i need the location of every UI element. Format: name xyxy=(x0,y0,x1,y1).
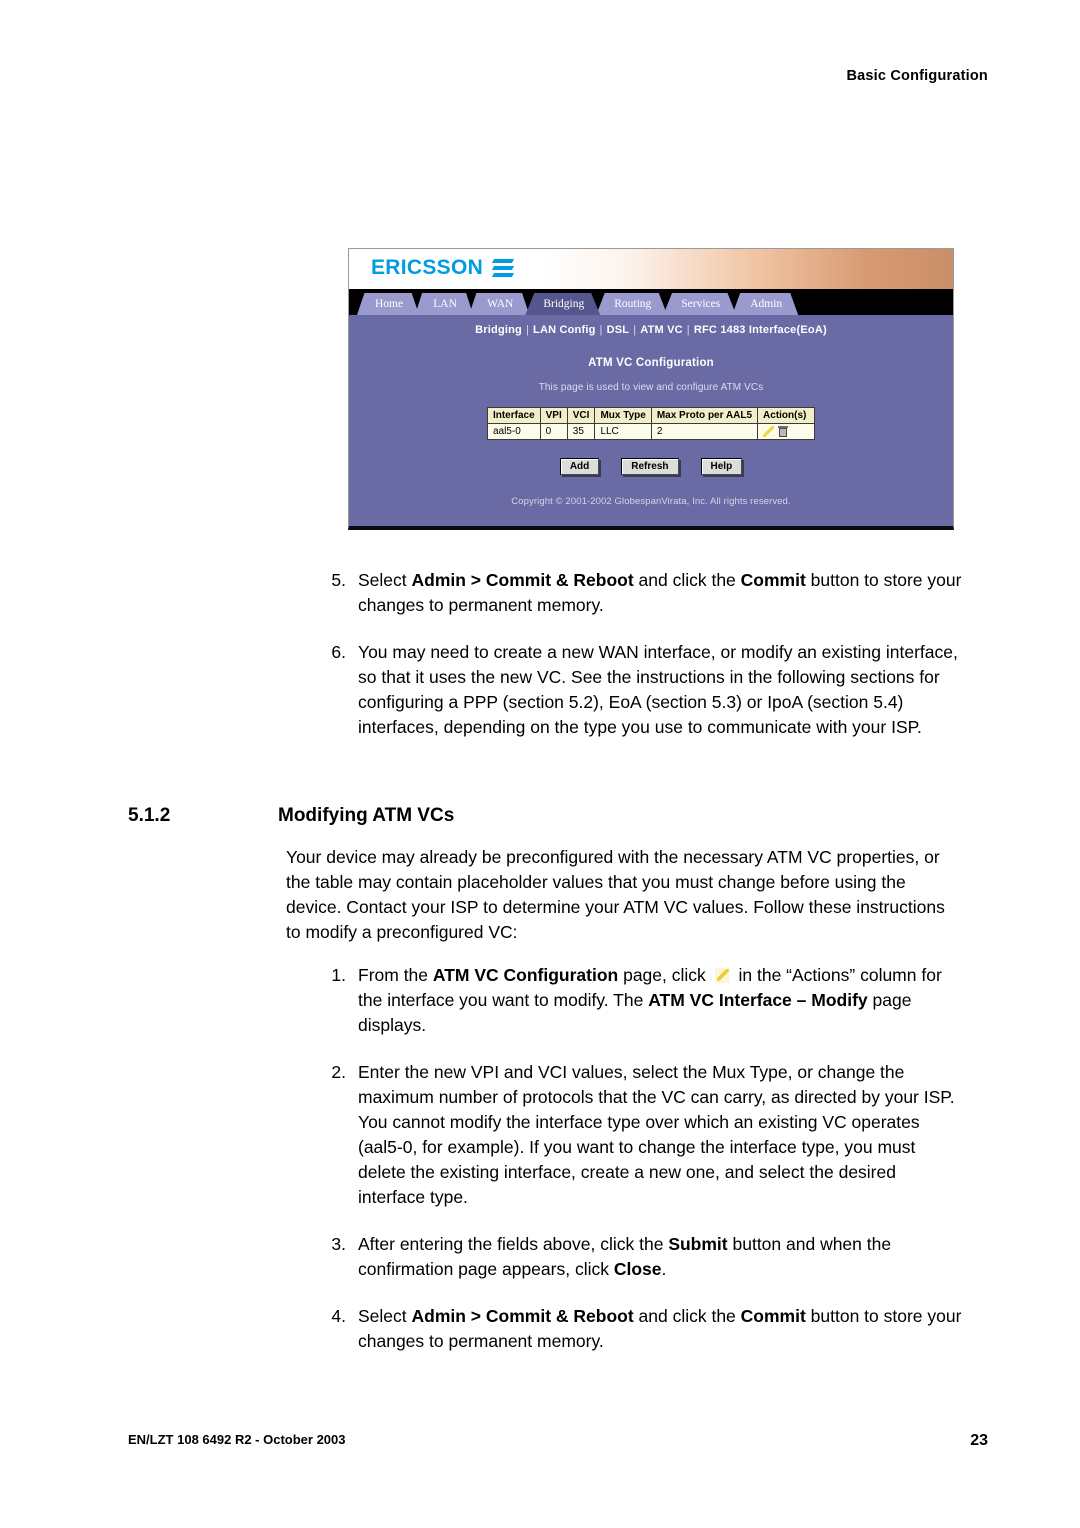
table-cell-vpi: 0 xyxy=(539,422,568,441)
step-text-emphasis: ATM VC Configuration xyxy=(432,965,619,985)
step-text-emphasis: Commit xyxy=(740,570,806,590)
brand-wordmark: ERICSSON xyxy=(371,256,484,279)
step-text-fragment: After entering the fields above, click t… xyxy=(358,1234,669,1254)
nav-tab-wan[interactable]: WAN xyxy=(469,293,530,315)
nav-tab-routing[interactable]: Routing xyxy=(596,293,668,315)
steps-bottom-container: 1. From the ATM VC Configuration page, cl… xyxy=(0,963,1080,1376)
numbered-step: 3. After entering the fields above, click… xyxy=(310,1232,1080,1282)
footer-document-id: EN/LZT 108 6492 R2 - October 2003 xyxy=(128,1432,346,1447)
subnav-link-bridging[interactable]: Bridging xyxy=(475,324,522,336)
nav-tab-bridging[interactable]: Bridging xyxy=(525,293,601,315)
step-text-emphasis: Commit xyxy=(740,1306,806,1326)
steps-bottom-list: 1. From the ATM VC Configuration page, cl… xyxy=(0,963,1080,1354)
table-header-cell: VCI xyxy=(566,407,596,424)
step-number: 4. xyxy=(331,1306,346,1326)
table-cell-max-proto: 2 xyxy=(650,422,759,441)
step-text-emphasis: Admin > Commit & Reboot xyxy=(411,1306,634,1326)
add-button[interactable]: Add xyxy=(559,458,600,476)
nav-tab-home[interactable]: Home xyxy=(357,293,420,315)
step-text: Select Admin > Commit & Reboot and click… xyxy=(358,568,964,618)
table-header-row: Interface VPI VCI Mux Type Max Proto per AAL… xyxy=(486,407,816,424)
table-header-cell: Max Proto per AAL5 xyxy=(650,407,759,424)
router-ui-screenshot: ERICSSON Home LAN WAN Bridging Routing Servic… xyxy=(348,248,954,531)
step-text-fragment: From the xyxy=(358,965,433,985)
sub-nav-links[interactable]: Bridging | LAN Config | DSL | ATM VC | RFC 1483 … xyxy=(349,315,953,345)
subnav-link-atm-vc[interactable]: ATM VC xyxy=(640,324,683,336)
refresh-button[interactable]: Refresh xyxy=(621,458,679,476)
step-text-emphasis: Submit xyxy=(668,1234,728,1254)
table-cell-vci: 35 xyxy=(566,422,596,441)
numbered-step: 4. Select Admin > Commit & Reboot and cli… xyxy=(310,1304,1080,1354)
table-cell-actions xyxy=(757,422,816,441)
numbered-step: 6. You may need to create a new WAN inter… xyxy=(310,640,1080,740)
table-header-cell: Mux Type xyxy=(594,407,652,424)
action-button-row[interactable]: Add Refresh Help xyxy=(349,440,953,476)
nav-tab-admin[interactable]: Admin xyxy=(732,293,799,315)
step-number: 1. xyxy=(331,965,346,985)
step-text-fragment: page, click xyxy=(618,965,711,985)
main-nav-tabs[interactable]: Home LAN WAN Bridging Routing Services Admin xyxy=(349,289,953,315)
step-text-fragment: You cannot modify the interface type ove… xyxy=(358,1112,920,1207)
pencil-icon[interactable] xyxy=(763,426,775,437)
table-header-cell: Action(s) xyxy=(757,407,816,424)
step-number: 6. xyxy=(331,642,346,662)
step-text-emphasis: Admin > Commit & Reboot xyxy=(411,570,634,590)
pencil-icon xyxy=(714,968,730,983)
subnav-separator: | xyxy=(525,324,530,336)
ericsson-stripes-icon xyxy=(492,257,515,279)
step-text: Enter the new VPI and VCI values, select… xyxy=(358,1060,964,1210)
section-title: Modifying ATM VCs xyxy=(278,805,455,826)
atm-vc-table: Interface VPI VCI Mux Type Max Proto per AAL… xyxy=(486,407,816,441)
step-text-fragment: Select xyxy=(358,570,412,590)
step-text-fragment: and click the xyxy=(633,1306,741,1326)
subnav-separator: | xyxy=(633,324,637,336)
step-text: From the ATM VC Configuration page, clic… xyxy=(358,963,964,1038)
step-text-emphasis: ATM VC Interface – Modify xyxy=(648,990,868,1010)
document-body: 5. Select Admin > Commit & Reboot and cli… xyxy=(0,568,1080,762)
subnav-separator: | xyxy=(599,324,603,336)
section-intro-paragraph: Your device may already be preconfigured… xyxy=(286,847,945,942)
running-header-text: Basic Configuration xyxy=(846,68,988,84)
table-row: aal5-0 0 35 LLC 2 xyxy=(486,422,816,441)
step-text-fragment: You may need to create a new WAN interfa… xyxy=(358,642,958,737)
help-button[interactable]: Help xyxy=(700,458,743,476)
brand-bar: ERICSSON xyxy=(349,249,953,289)
numbered-step: 2. Enter the new VPI and VCI values, sele… xyxy=(310,1060,1080,1210)
table-cell-interface: aal5-0 xyxy=(486,422,541,441)
step-text-fragment: and click the xyxy=(633,570,741,590)
step-text: Select Admin > Commit & Reboot and click… xyxy=(358,1304,964,1354)
step-number: 2. xyxy=(331,1062,346,1082)
numbered-step: 5. Select Admin > Commit & Reboot and cli… xyxy=(310,568,1080,618)
step-text-emphasis: Close xyxy=(613,1259,662,1279)
step-text-fragment: . xyxy=(661,1259,667,1279)
step-text-fragment: Enter the new VPI and VCI values, select… xyxy=(358,1062,955,1107)
numbered-step: 1. From the ATM VC Configuration page, cl… xyxy=(310,963,1080,1038)
steps-top-list: 5. Select Admin > Commit & Reboot and cli… xyxy=(0,568,1080,740)
nav-tab-services[interactable]: Services xyxy=(663,293,737,315)
step-text: After entering the fields above, click t… xyxy=(358,1232,964,1282)
table-cell-mux-type: LLC xyxy=(594,422,652,441)
ericsson-logo: ERICSSON xyxy=(371,256,515,280)
footer-page-number: 23 xyxy=(970,1432,988,1449)
table-header-cell: VPI xyxy=(539,407,568,424)
running-header: Basic Configuration xyxy=(0,68,1080,84)
vc-table-container: Interface VPI VCI Mux Type Max Proto per AAL… xyxy=(349,393,953,441)
step-text: You may need to create a new WAN interfa… xyxy=(358,640,964,740)
trash-icon[interactable] xyxy=(778,426,789,437)
subnav-separator: | xyxy=(686,324,690,336)
subnav-link-dsl[interactable]: DSL xyxy=(607,324,630,336)
panel-description: This page is used to view and configure … xyxy=(538,382,764,393)
subnav-link-rfc-1483-interface-eoa[interactable]: RFC 1483 Interface(EoA) xyxy=(694,324,827,336)
copyright-text: Copyright © 2001-2002 GlobespanVirata, I… xyxy=(511,496,791,508)
subnav-link-lan-config[interactable]: LAN Config xyxy=(533,324,595,336)
step-number: 3. xyxy=(331,1234,346,1254)
step-text-fragment: Select xyxy=(358,1306,412,1326)
step-number: 5. xyxy=(331,570,346,590)
panel-title: ATM VC Configuration xyxy=(588,357,714,369)
table-header-cell: Interface xyxy=(486,407,541,424)
nav-tab-lan[interactable]: LAN xyxy=(415,293,474,315)
section-number: 5.1.2 xyxy=(128,805,171,826)
